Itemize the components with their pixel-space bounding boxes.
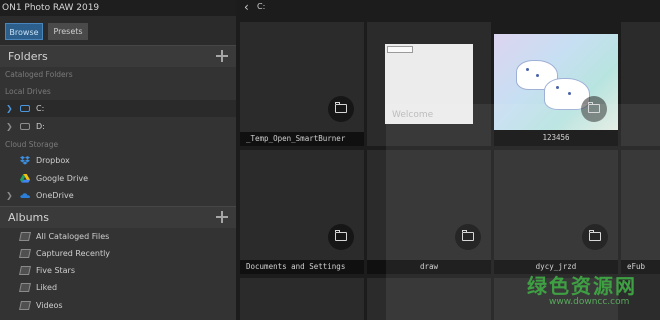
- folder-tile[interactable]: _Temp_Open_SmartBurner: [240, 22, 364, 146]
- album-label: Videos: [36, 301, 63, 310]
- watermark-logo-text: 绿色资源网: [527, 274, 637, 298]
- folder-tile[interactable]: Documents and Settings: [240, 150, 364, 274]
- add-folder-icon[interactable]: [216, 50, 228, 62]
- expand-chevron-icon[interactable]: ❯: [6, 118, 13, 135]
- drive-c-label: C:: [36, 104, 45, 113]
- album-item[interactable]: Liked: [0, 279, 236, 296]
- left-panel: Browse Presets Folders Cataloged Folders…: [0, 16, 236, 320]
- preview-window: [387, 46, 413, 53]
- album-icon: [19, 249, 31, 258]
- onedrive-icon: [20, 193, 30, 198]
- app-title: ON1 Photo RAW 2019: [0, 0, 236, 16]
- google-drive-label: Google Drive: [36, 174, 89, 183]
- album-icon: [19, 283, 31, 292]
- shoe-pattern: [536, 74, 539, 77]
- tab-browse[interactable]: Browse: [5, 23, 43, 40]
- shoe-pattern: [556, 86, 559, 89]
- cloud-onedrive-row[interactable]: ❯ OneDrive: [0, 187, 236, 204]
- watermark: 绿色资源网 www.downcc.com: [527, 270, 637, 307]
- breadcrumb: ‹ C:: [236, 0, 660, 16]
- album-label: Five Stars: [36, 266, 76, 275]
- folder-label: _Temp_Open_SmartBurner: [240, 132, 364, 146]
- album-icon: [19, 301, 31, 310]
- folder-tile-partial[interactable]: [240, 278, 364, 320]
- folder-icon: [335, 230, 347, 241]
- expand-chevron-icon[interactable]: ❯: [6, 100, 13, 117]
- watermark-url: www.downcc.com: [549, 297, 630, 307]
- folder-icon: [335, 102, 347, 113]
- expand-chevron-icon[interactable]: ❯: [6, 187, 13, 204]
- album-label: Liked: [36, 283, 58, 292]
- back-chevron-icon[interactable]: ‹: [244, 0, 249, 14]
- cataloged-folders-label[interactable]: Cataloged Folders: [5, 70, 73, 79]
- folder-label: Documents and Settings: [240, 260, 364, 274]
- drive-c-row[interactable]: ❯ C:: [0, 100, 236, 117]
- folders-title: Folders: [8, 50, 48, 63]
- google-drive-icon: [20, 174, 30, 183]
- dropbox-icon: [20, 156, 30, 165]
- album-icon: [19, 232, 31, 241]
- tab-bar: Browse Presets: [0, 16, 236, 46]
- folder-badge: [328, 224, 354, 250]
- albums-title: Albums: [8, 211, 49, 224]
- cloud-google-drive-row[interactable]: Google Drive: [0, 170, 236, 187]
- cloud-dropbox-row[interactable]: Dropbox: [0, 152, 236, 169]
- local-drives-label[interactable]: Local Drives: [5, 87, 51, 96]
- folder-badge: [328, 96, 354, 122]
- album-item[interactable]: Captured Recently: [0, 245, 236, 262]
- drive-icon: [20, 123, 30, 130]
- onedrive-label: OneDrive: [36, 191, 74, 200]
- drive-icon: [20, 105, 30, 112]
- folders-header[interactable]: Folders: [0, 45, 236, 67]
- dropbox-label: Dropbox: [36, 156, 70, 165]
- album-item[interactable]: Videos: [0, 297, 236, 314]
- album-item[interactable]: All Cataloged Files: [0, 228, 236, 245]
- drive-d-label: D:: [36, 122, 45, 131]
- cloud-storage-label[interactable]: Cloud Storage: [5, 140, 58, 149]
- album-label: All Cataloged Files: [36, 232, 110, 241]
- shoe-pattern: [568, 92, 571, 95]
- album-item[interactable]: Five Stars: [0, 262, 236, 279]
- drive-d-row[interactable]: ❯ D:: [0, 118, 236, 135]
- breadcrumb-path[interactable]: C:: [257, 0, 265, 14]
- add-album-icon[interactable]: [216, 211, 228, 223]
- album-label: Captured Recently: [36, 249, 111, 258]
- shoe-pattern: [526, 68, 529, 71]
- tab-presets[interactable]: Presets: [48, 23, 88, 40]
- album-icon: [19, 266, 31, 275]
- albums-header[interactable]: Albums: [0, 206, 236, 228]
